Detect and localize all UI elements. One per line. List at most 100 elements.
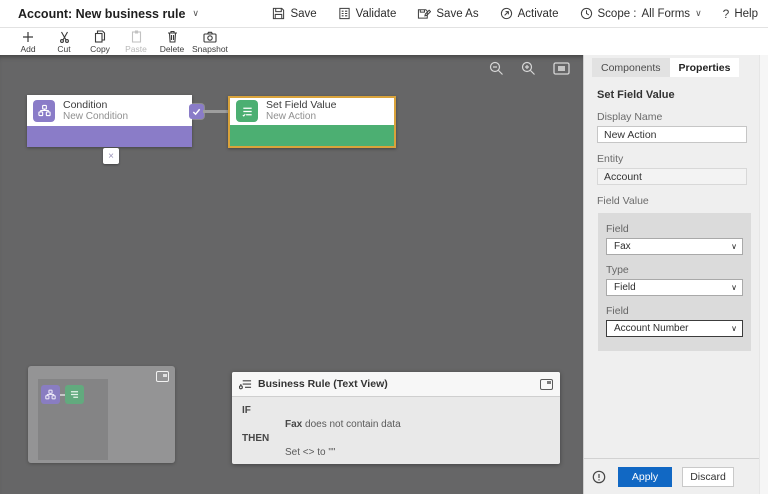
action-node-header: Set Field Value New Action xyxy=(230,98,394,125)
page-title: Account: New business rule xyxy=(18,7,185,21)
condition-icon xyxy=(33,100,55,122)
add-button[interactable]: Add xyxy=(10,30,46,54)
field1-select[interactable]: Fax ∨ xyxy=(606,238,743,255)
activate-button[interactable]: Activate xyxy=(500,7,559,20)
field2-value: Account Number xyxy=(614,323,688,334)
delete-label: Delete xyxy=(160,44,185,54)
condition-node-texts: Condition New Condition xyxy=(63,100,128,122)
condition-true-check-icon[interactable] xyxy=(189,104,204,119)
if-text: does not contain data xyxy=(302,419,400,430)
save-button[interactable]: Save xyxy=(272,7,316,20)
apply-button[interactable]: Apply xyxy=(618,467,672,487)
condition-node-footer xyxy=(27,126,192,147)
text-view-body: IF Fax does not contain data THEN Set <>… xyxy=(232,397,560,464)
action-node-footer xyxy=(230,125,394,146)
field2-label: Field xyxy=(606,305,743,317)
delete-condition-button[interactable]: × xyxy=(103,148,119,164)
copy-icon xyxy=(94,30,106,43)
chevron-down-icon: ∨ xyxy=(731,283,737,292)
delete-button[interactable]: Delete xyxy=(154,30,190,54)
properties-heading: Set Field Value xyxy=(597,89,747,101)
scope-value: All Forms xyxy=(642,8,691,20)
zoom-in-button[interactable] xyxy=(521,61,536,76)
chevron-down-icon: ∨ xyxy=(695,9,702,18)
if-clause: Fax does not contain data xyxy=(242,418,550,432)
then-clause: Set <> to "" xyxy=(242,446,550,460)
then-keyword: THEN xyxy=(242,432,550,446)
node-connector-line xyxy=(203,110,229,113)
minimap[interactable] xyxy=(28,366,175,463)
if-field: Fax xyxy=(285,419,302,430)
tab-components[interactable]: Components xyxy=(592,58,670,77)
properties-footer: Apply Discard xyxy=(584,458,759,494)
set-field-value-node[interactable]: Set Field Value New Action xyxy=(228,96,396,148)
info-icon[interactable] xyxy=(592,470,606,484)
field2-select[interactable]: Account Number ∨ xyxy=(606,320,743,337)
chevron-down-icon: ∨ xyxy=(731,242,737,251)
business-rule-icon xyxy=(239,378,252,391)
command-bar: Save Validate Save As Activate Scope : xyxy=(272,7,758,21)
help-label: Help xyxy=(734,8,758,20)
title-bar: Account: New business rule ∨ Save Valida… xyxy=(0,0,768,28)
add-label: Add xyxy=(20,44,35,54)
display-name-input[interactable]: New Action xyxy=(597,126,747,143)
type-select[interactable]: Field ∨ xyxy=(606,279,743,296)
save-as-button[interactable]: Save As xyxy=(417,7,478,20)
action-name: New Action xyxy=(266,111,336,122)
minimap-expand-icon[interactable] xyxy=(156,371,169,382)
cut-label: Cut xyxy=(57,44,70,54)
text-view-header[interactable]: Business Rule (Text View) xyxy=(232,372,560,397)
condition-node[interactable]: Condition New Condition xyxy=(27,95,192,147)
entity-label: Entity xyxy=(597,153,747,165)
chevron-down-icon: ∨ xyxy=(731,324,737,333)
delete-icon xyxy=(167,30,178,43)
save-label: Save xyxy=(290,8,316,20)
copy-label: Copy xyxy=(90,44,110,54)
type-value: Field xyxy=(614,282,636,293)
text-view-title: Business Rule (Text View) xyxy=(258,378,534,390)
activate-icon xyxy=(500,7,513,20)
activate-label: Activate xyxy=(518,8,559,20)
fit-to-canvas-button[interactable] xyxy=(553,62,570,75)
save-as-label: Save As xyxy=(436,8,478,20)
display-name-label: Display Name xyxy=(597,111,747,123)
cut-button[interactable]: Cut xyxy=(46,30,82,54)
zoom-controls xyxy=(489,61,570,76)
text-view-expand-icon[interactable] xyxy=(540,379,553,390)
scope-dropdown[interactable]: Scope : All Forms ∨ xyxy=(580,7,702,20)
cut-icon xyxy=(59,30,70,43)
help-icon: ? xyxy=(723,7,730,21)
validate-button[interactable]: Validate xyxy=(338,7,397,20)
tab-properties[interactable]: Properties xyxy=(670,58,740,77)
field1-label: Field xyxy=(606,223,743,235)
field-value-group: Field Fax ∨ Type Field ∨ Field Account N… xyxy=(598,213,751,351)
minimap-action-icon xyxy=(65,385,84,404)
discard-button[interactable]: Discard xyxy=(682,467,734,487)
if-keyword: IF xyxy=(242,404,550,418)
chevron-down-icon: ∨ xyxy=(192,9,199,18)
main-area: Condition New Condition Set Field Value … xyxy=(0,55,768,494)
action-type-label: Set Field Value xyxy=(266,100,336,111)
help-button[interactable]: ? Help xyxy=(723,7,758,21)
copy-button[interactable]: Copy xyxy=(82,30,118,54)
save-as-icon xyxy=(417,7,431,20)
zoom-out-button[interactable] xyxy=(489,61,504,76)
snapshot-button[interactable]: Snapshot xyxy=(190,30,230,54)
rule-designer-canvas[interactable]: Condition New Condition Set Field Value … xyxy=(0,55,583,494)
close-icon: × xyxy=(108,151,114,162)
panel-tabs: Components Properties xyxy=(592,58,768,77)
paste-icon xyxy=(131,30,142,43)
snapshot-icon xyxy=(203,30,217,43)
field1-value: Fax xyxy=(614,241,631,252)
paste-label: Paste xyxy=(125,44,147,54)
validate-label: Validate xyxy=(356,8,397,20)
scope-label: Scope : xyxy=(598,8,637,20)
scope-icon xyxy=(580,7,593,20)
text-view-panel: Business Rule (Text View) IF Fax does no… xyxy=(232,372,560,464)
properties-panel: Components Properties Set Field Value Di… xyxy=(583,55,768,494)
business-rule-selector[interactable]: Account: New business rule ∨ xyxy=(18,7,199,21)
paste-button[interactable]: Paste xyxy=(118,30,154,54)
properties-content: Set Field Value Display Name New Action … xyxy=(584,77,768,351)
panel-scrollbar[interactable] xyxy=(759,55,768,494)
field-value-group-label: Field Value xyxy=(597,195,747,207)
